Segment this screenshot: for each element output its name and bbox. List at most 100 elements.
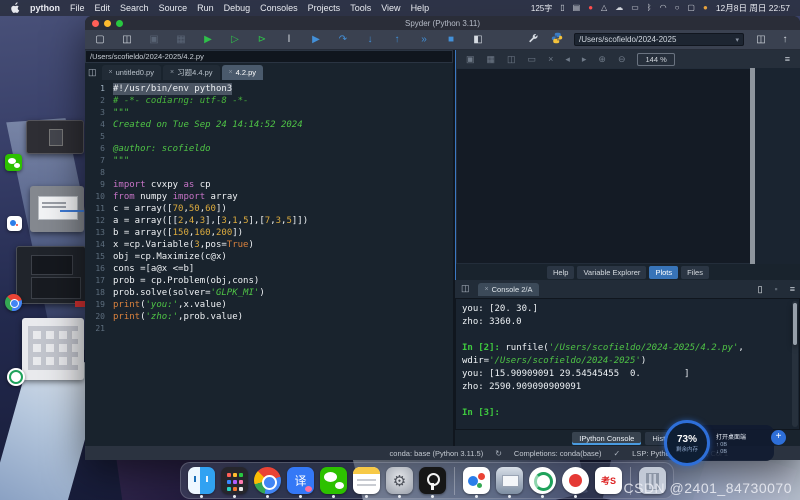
step-into-button[interactable]: ↓ xyxy=(363,35,377,45)
dock-item-chrome[interactable] xyxy=(253,467,282,494)
preferences-wrench-icon[interactable] xyxy=(526,33,540,47)
dock-item-netdisk[interactable] xyxy=(462,467,491,494)
record-icon[interactable]: ● xyxy=(588,4,593,12)
dock-item-wechat[interactable] xyxy=(319,467,348,494)
previous-plot-icon[interactable]: ◂ xyxy=(565,55,570,64)
memory-widget[interactable]: 73% 剩余内存 打开桌面端 ↑ 0B ↓ 0B + xyxy=(664,420,772,466)
continue-button[interactable]: » xyxy=(417,35,431,45)
dock-item-green-ring[interactable] xyxy=(528,467,557,494)
dock-item-settings[interactable] xyxy=(385,467,414,494)
close-icon[interactable]: × xyxy=(485,286,489,293)
wifi-icon[interactable]: ◠ xyxy=(660,4,667,12)
refresh-icon[interactable]: ↻ xyxy=(495,449,502,458)
menu-item-help[interactable]: Help xyxy=(411,3,430,13)
new-file-button[interactable]: ▢ xyxy=(93,35,107,45)
dock-item-translate[interactable]: 译 xyxy=(286,467,315,494)
switch-icon[interactable]: ● xyxy=(703,4,708,12)
save-button[interactable]: ▣ xyxy=(147,35,161,45)
copy-plot-icon[interactable]: ◫ xyxy=(507,55,516,64)
shapes-icon[interactable]: △ xyxy=(601,4,607,12)
close-icon[interactable]: × xyxy=(229,69,233,76)
window-thumbnail-ide[interactable] xyxy=(16,246,86,304)
editor-tab-untitled0.py[interactable]: ×untitled0.py xyxy=(102,65,161,80)
plots-canvas[interactable] xyxy=(456,68,750,264)
interrupt-kernel-icon[interactable]: ▪ xyxy=(775,285,778,294)
dock-item-exam[interactable]: 考S xyxy=(594,467,623,494)
open-file-button[interactable]: ◫ xyxy=(120,35,134,45)
chrome-badge-icon[interactable] xyxy=(5,294,22,311)
tab-variable-explorer[interactable]: Variable Explorer xyxy=(577,266,646,279)
mic-icon[interactable]: ▯ xyxy=(560,4,564,12)
run-selection-button[interactable]: Ⅰ xyxy=(282,35,296,45)
new-console-icon[interactable]: ▯ xyxy=(758,285,763,294)
step-out-button[interactable]: ↑ xyxy=(390,35,404,45)
conda-env-status[interactable]: conda: base (Python 3.11.5) xyxy=(390,449,484,458)
tab-help[interactable]: Help xyxy=(547,266,574,279)
editor-tab-习题4.4.py[interactable]: ×习题4.4.py xyxy=(163,65,220,80)
window-thumbnail-grid[interactable] xyxy=(22,318,84,380)
battery-icon[interactable]: ▭ xyxy=(631,4,639,12)
close-icon[interactable]: × xyxy=(109,69,113,76)
plots-zoom-level[interactable]: 144 % xyxy=(637,53,674,66)
cloud-icon[interactable]: ☁ xyxy=(615,4,623,12)
dock-item-finder[interactable] xyxy=(187,467,216,494)
tab-files[interactable]: Files xyxy=(681,266,709,279)
code-editor[interactable]: 1#!/usr/bin/env python32# -*- codiarng: … xyxy=(85,80,453,446)
dock-item-notes[interactable] xyxy=(352,467,381,494)
maximize-pane-button[interactable]: ◧ xyxy=(471,35,485,45)
run-cell-advance-button[interactable]: ⊳ xyxy=(255,35,269,45)
completions-status[interactable]: Completions: conda(base) xyxy=(514,449,602,458)
widget-plus-button[interactable]: + xyxy=(771,430,786,445)
menu-item-consoles[interactable]: Consoles xyxy=(260,3,298,13)
run-cell-button[interactable]: ▷ xyxy=(228,35,242,45)
display-icon[interactable]: ▢ xyxy=(687,4,695,12)
open-desktop-link[interactable]: 打开桌面端 xyxy=(716,432,772,441)
green-app-badge-icon[interactable] xyxy=(7,368,25,386)
menubar-clock[interactable]: 12月8日 周日 22:57 xyxy=(716,2,790,14)
scrollbar-thumb[interactable] xyxy=(793,303,797,345)
menu-item-view[interactable]: View xyxy=(381,3,400,13)
browse-directory-icon[interactable]: ◫ xyxy=(754,35,768,45)
parent-directory-icon[interactable]: ↑ xyxy=(778,35,792,45)
browse-tabs-icon[interactable]: ◫ xyxy=(88,67,97,78)
remove-all-plots-icon[interactable]: × xyxy=(548,55,553,64)
stop-button[interactable]: ■ xyxy=(444,35,458,45)
debug-button[interactable]: ▶ xyxy=(309,35,323,45)
window-thumbnail-wechat[interactable] xyxy=(26,120,84,154)
search-icon[interactable]: ○ xyxy=(675,4,680,12)
browse-consoles-icon[interactable]: ◫ xyxy=(461,283,470,294)
close-icon[interactable]: × xyxy=(170,69,174,76)
zoom-out-icon[interactable]: ⊖ xyxy=(618,55,626,64)
dock-item-screenshot[interactable] xyxy=(495,467,524,494)
save-all-plots-icon[interactable]: ▦ xyxy=(487,55,496,64)
plots-options-menu-icon[interactable]: ≡ xyxy=(785,54,790,64)
next-plot-icon[interactable]: ▸ xyxy=(582,55,587,64)
bluetooth-icon[interactable]: ᛒ xyxy=(647,4,652,12)
menu-item-search[interactable]: Search xyxy=(120,3,149,13)
python-env-icon[interactable] xyxy=(550,32,564,47)
tab-plots[interactable]: Plots xyxy=(649,266,678,279)
memory-gauge[interactable]: 73% 剩余内存 xyxy=(664,420,710,466)
tab-ipython-console[interactable]: IPython Console xyxy=(572,432,641,445)
drive-badge-icon[interactable] xyxy=(7,216,22,231)
run-button[interactable]: ▶ xyxy=(201,35,215,45)
keyboard-icon[interactable]: ▤ xyxy=(573,4,581,12)
save-all-button[interactable]: ▦ xyxy=(174,35,188,45)
console-tab[interactable]: × Console 2/A xyxy=(478,283,540,296)
menu-item-tools[interactable]: Tools xyxy=(350,3,371,13)
console-scrollbar[interactable] xyxy=(792,301,798,427)
dock-item-red-app[interactable] xyxy=(561,467,590,494)
zoom-in-icon[interactable]: ⊕ xyxy=(598,55,606,64)
menu-item-run[interactable]: Run xyxy=(197,3,214,13)
menu-item-source[interactable]: Source xyxy=(159,3,188,13)
menu-item-edit[interactable]: Edit xyxy=(95,3,111,13)
apple-menu-icon[interactable] xyxy=(10,2,20,14)
remove-plot-icon[interactable]: ▭ xyxy=(528,55,537,64)
breadcrumb[interactable]: /Users/scofieldo/2024-2025/4.2.py xyxy=(85,50,453,63)
active-app-name[interactable]: python xyxy=(30,3,60,13)
window-thumbnail-dialog[interactable] xyxy=(30,186,84,232)
window-titlebar[interactable]: Spyder (Python 3.11) xyxy=(85,16,800,30)
dock-item-keychain[interactable] xyxy=(418,467,447,494)
wechat-badge-icon[interactable] xyxy=(5,154,22,171)
menu-item-file[interactable]: File xyxy=(70,3,85,13)
